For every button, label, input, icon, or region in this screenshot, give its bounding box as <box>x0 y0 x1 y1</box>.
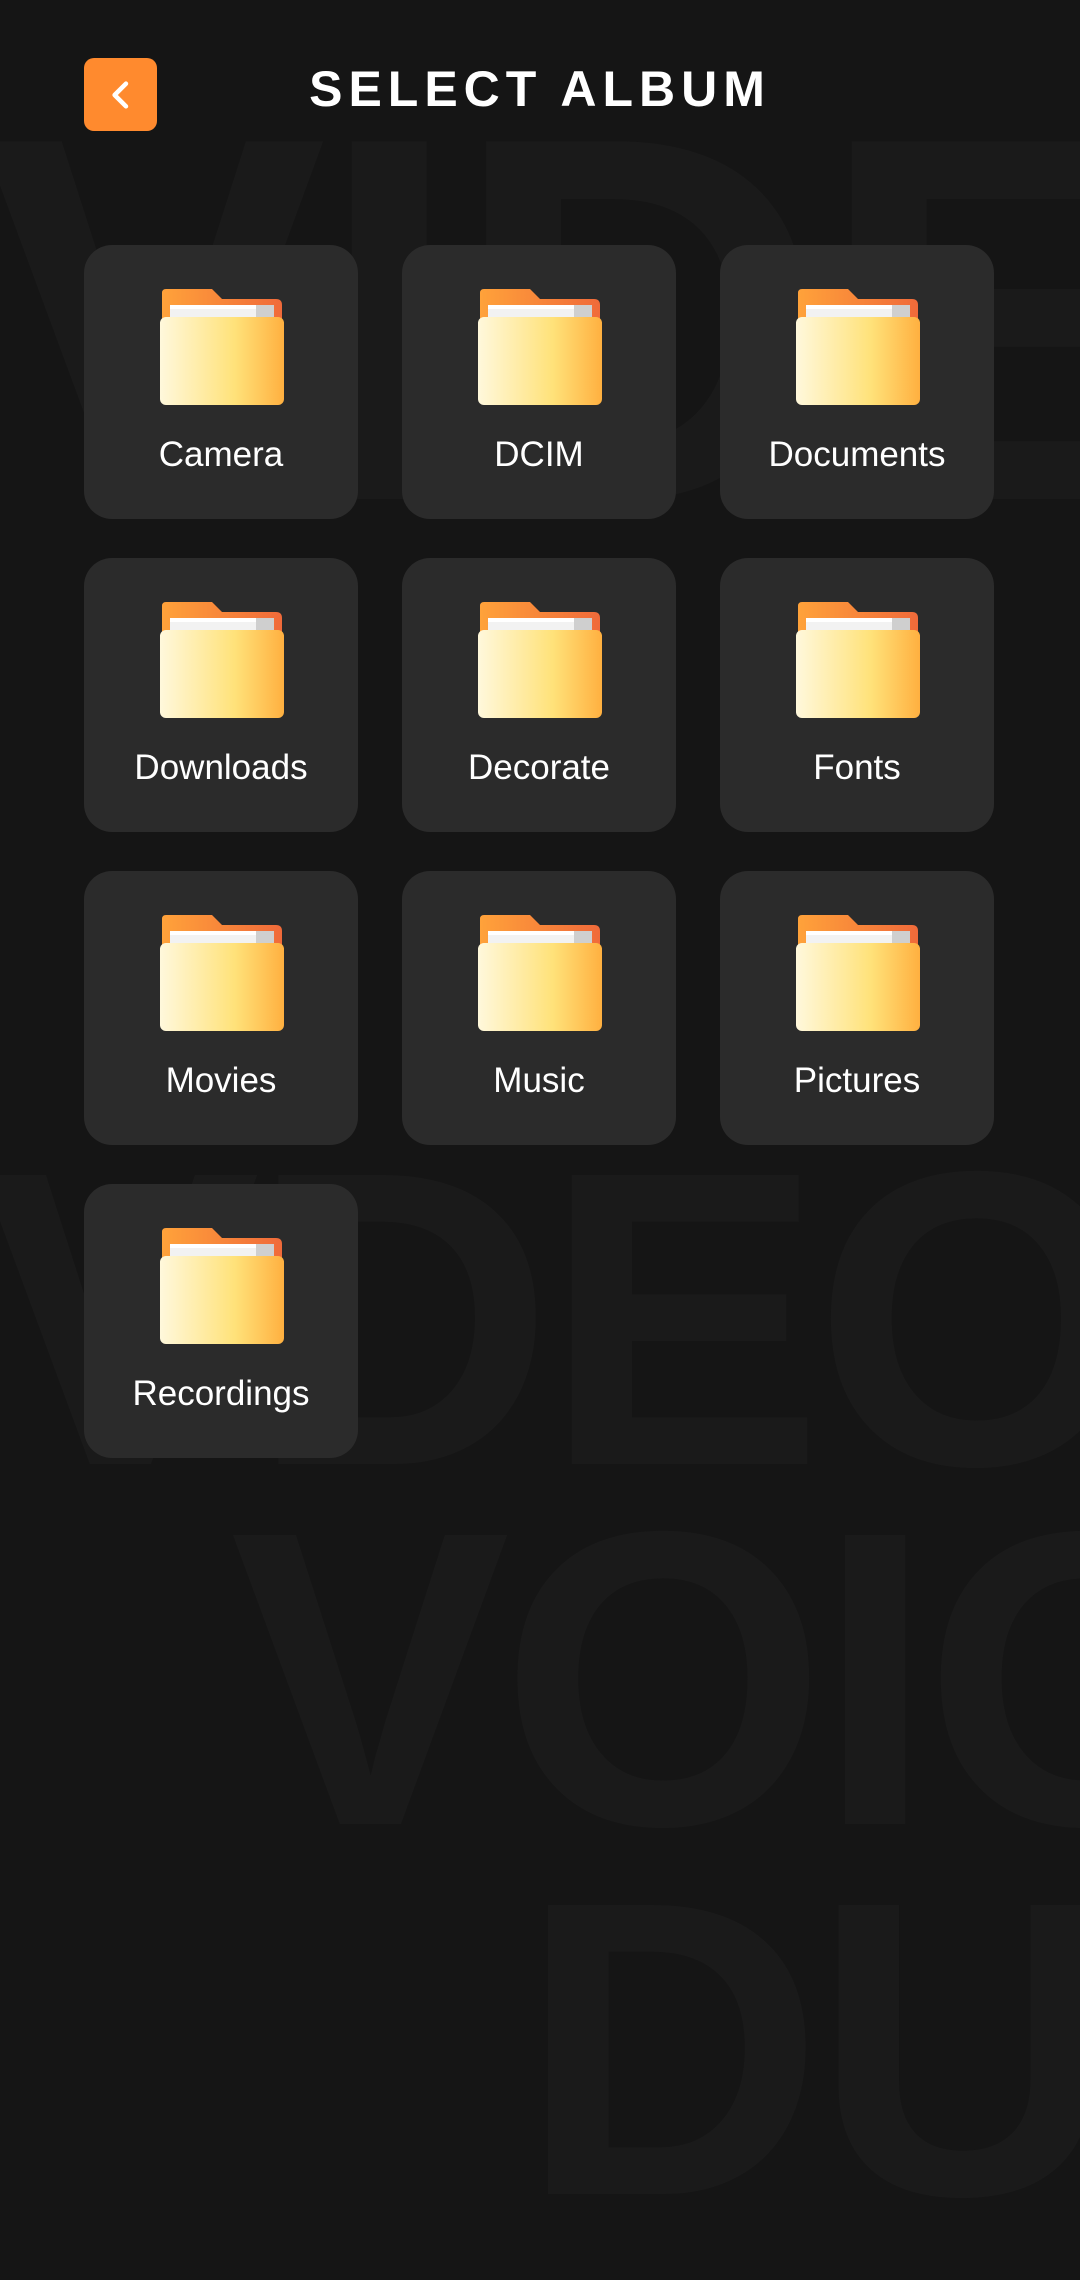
folder-icon <box>478 915 602 1031</box>
album-label: Movies <box>165 1061 277 1100</box>
album-card-fonts[interactable]: Fonts <box>720 558 994 832</box>
album-label: Music <box>493 1061 585 1100</box>
album-label: Downloads <box>134 748 308 787</box>
folder-icon <box>160 602 284 718</box>
folder-icon <box>796 289 920 405</box>
album-card-documents[interactable]: Documents <box>720 245 994 519</box>
folder-icon <box>796 915 920 1031</box>
folder-icon <box>160 915 284 1031</box>
album-grid: Camera DCIM Documents Downloads Decorate… <box>84 245 996 1458</box>
album-card-dcim[interactable]: DCIM <box>402 245 676 519</box>
folder-icon <box>478 602 602 718</box>
album-card-recordings[interactable]: Recordings <box>84 1184 358 1458</box>
header: SELECT ALBUM <box>0 0 1080 190</box>
watermark-text: VOIO <box>230 1445 1080 1914</box>
album-label: Decorate <box>467 748 611 787</box>
album-card-music[interactable]: Music <box>402 871 676 1145</box>
folder-icon <box>160 289 284 405</box>
album-label: Recordings <box>132 1374 310 1413</box>
folder-icon <box>160 1228 284 1344</box>
album-label: DCIM <box>494 435 584 474</box>
album-card-pictures[interactable]: Pictures <box>720 871 994 1145</box>
album-label: Fonts <box>813 748 901 787</box>
watermark-text: DUI <box>520 1815 1080 2280</box>
folder-icon <box>796 602 920 718</box>
album-card-camera[interactable]: Camera <box>84 245 358 519</box>
album-label: Pictures <box>793 1061 921 1100</box>
album-label: Camera <box>158 435 284 474</box>
album-card-movies[interactable]: Movies <box>84 871 358 1145</box>
album-card-downloads[interactable]: Downloads <box>84 558 358 832</box>
album-label: Documents <box>768 435 946 474</box>
folder-icon <box>478 289 602 405</box>
page-title: SELECT ALBUM <box>309 61 771 117</box>
album-card-decorate[interactable]: Decorate <box>402 558 676 832</box>
